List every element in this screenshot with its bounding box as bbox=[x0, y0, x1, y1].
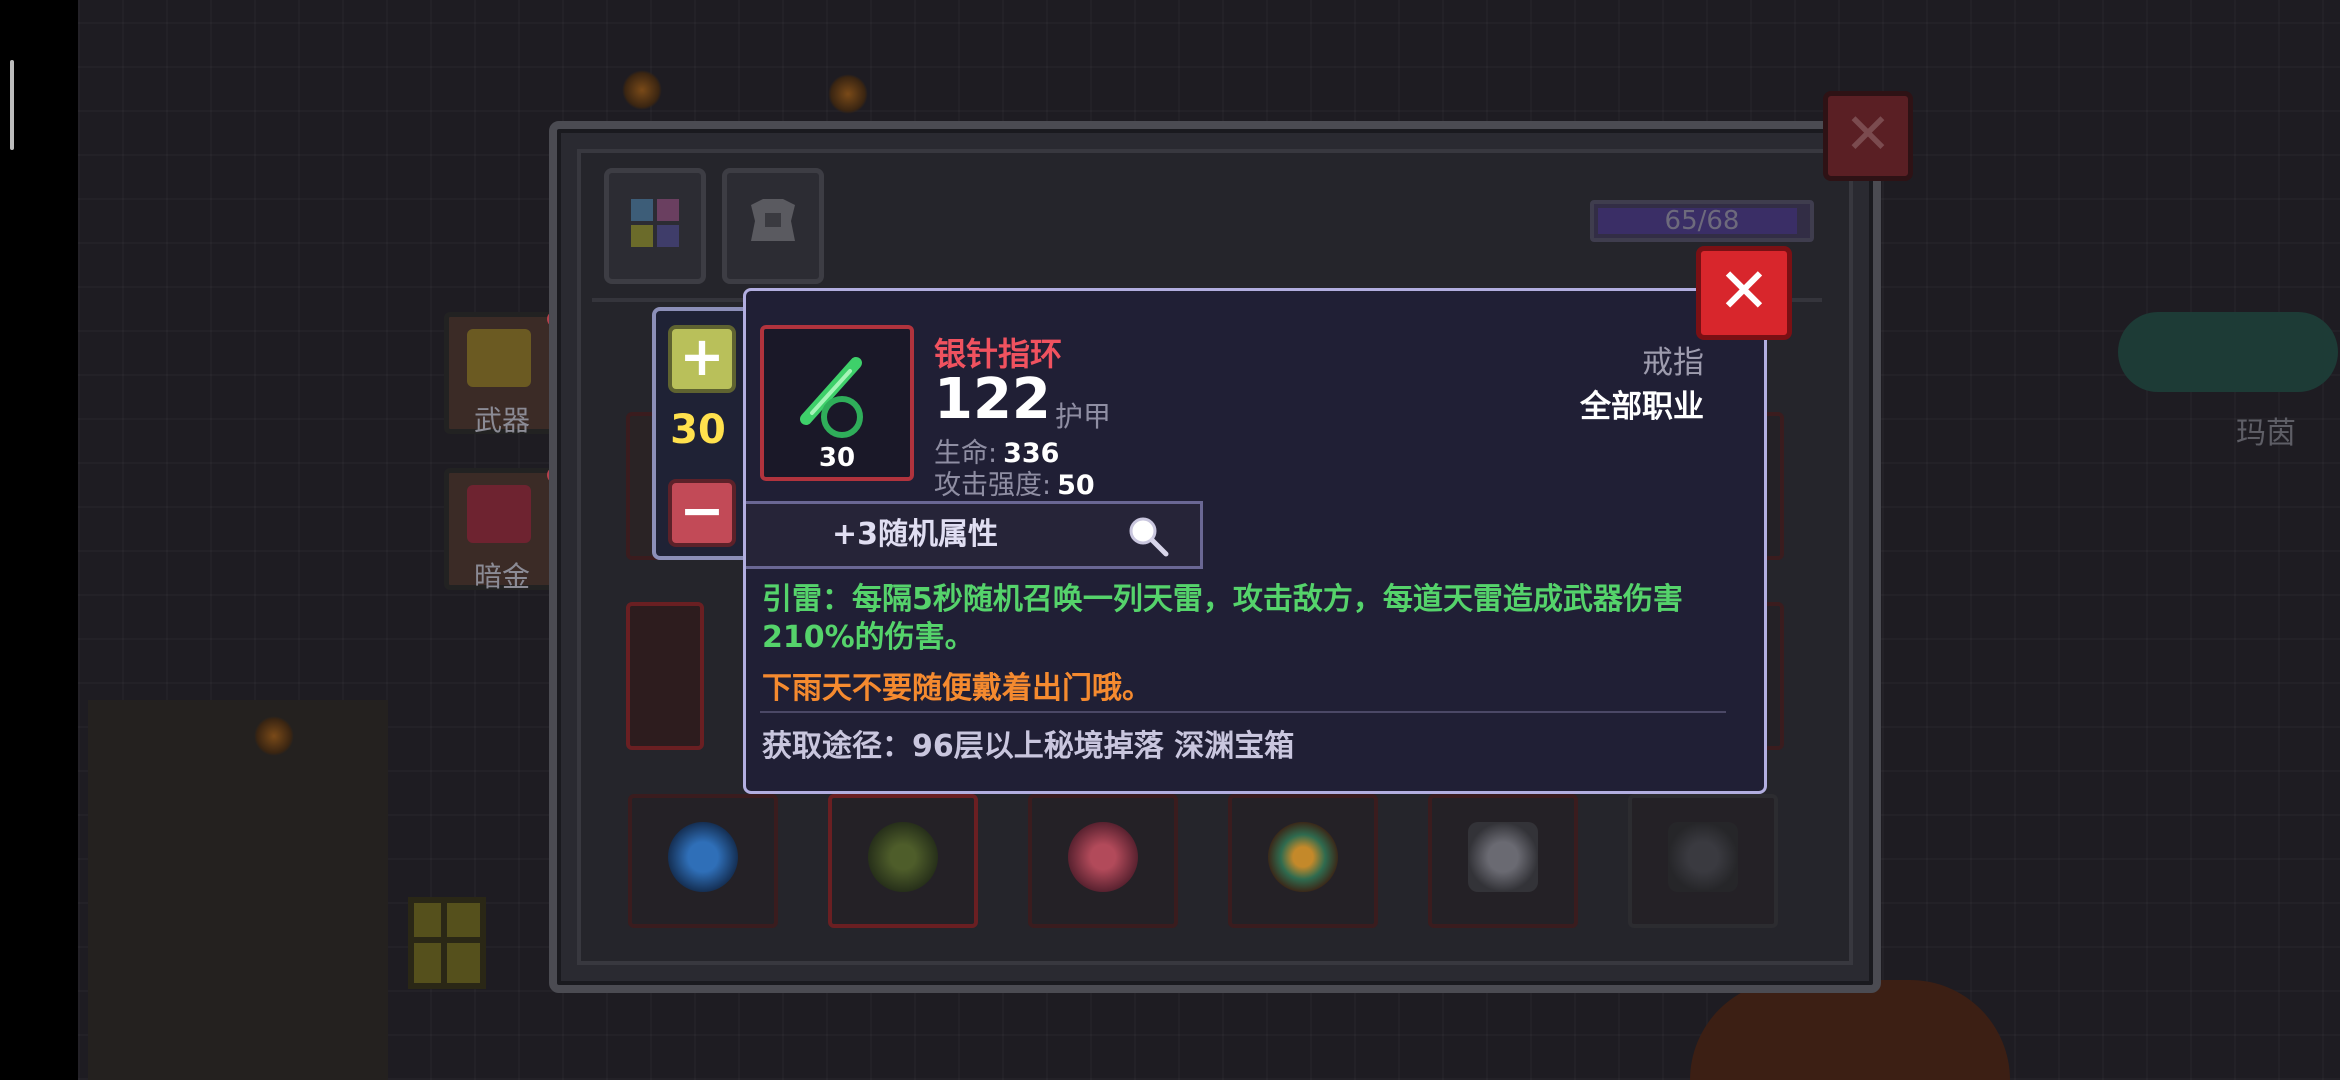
tooltip-close-button[interactable]: ✕ bbox=[1696, 246, 1792, 340]
tooltip-divider bbox=[760, 711, 1726, 713]
stat-value: 50 bbox=[1057, 470, 1095, 501]
capacity-text: 65/68 bbox=[1664, 206, 1740, 236]
npc-sprite[interactable] bbox=[2118, 312, 2338, 392]
decrease-button[interactable]: − bbox=[668, 479, 736, 547]
locked-slot-icon bbox=[1668, 822, 1738, 892]
gray-cloak-icon bbox=[1468, 822, 1538, 892]
inventory-slot[interactable] bbox=[1028, 794, 1178, 928]
inventory-slot[interactable] bbox=[828, 794, 978, 928]
item-power-value: 122 bbox=[934, 367, 1051, 432]
increase-button[interactable]: + bbox=[668, 325, 736, 393]
screen-bezel bbox=[0, 0, 78, 1080]
stat-row: 攻击强度: 50 bbox=[934, 463, 1095, 502]
item-type: 戒指 bbox=[1642, 345, 1704, 381]
side-tab-dark-gold[interactable]: 暗金 bbox=[444, 467, 563, 593]
background-lamp bbox=[254, 716, 294, 756]
quantity-value: 30 bbox=[670, 407, 726, 453]
npc-name-label: 玛茵 bbox=[2236, 416, 2296, 451]
side-tab-weapon[interactable]: 武器 bbox=[444, 311, 563, 437]
background-house bbox=[88, 700, 388, 1080]
item-class-restriction: 全部职业 bbox=[1580, 389, 1704, 425]
blue-orb-icon bbox=[668, 822, 738, 892]
red-fang-icon bbox=[1068, 822, 1138, 892]
weapon-chest-icon bbox=[467, 329, 531, 387]
background-lamp bbox=[828, 74, 868, 114]
magnifier-icon[interactable] bbox=[1126, 514, 1170, 558]
edge-gesture-handle[interactable] bbox=[10, 60, 14, 150]
flavor-text: 下雨天不要随便戴着出门哦。 bbox=[762, 671, 1152, 706]
inventory-slot[interactable] bbox=[628, 794, 778, 928]
random-attribute-label: +3随机属性 bbox=[832, 517, 999, 552]
skill-description: 引雷：每隔5秒随机召唤一列天雷，攻击敌方，每道天雷造成武器伤害210%的伤害。 bbox=[762, 582, 1683, 655]
background-window bbox=[408, 897, 486, 989]
tab-armor[interactable] bbox=[722, 168, 824, 284]
green-amulet-icon bbox=[868, 822, 938, 892]
panel-close-button[interactable]: ✕ bbox=[1823, 91, 1913, 181]
dark-gold-chest-icon bbox=[467, 485, 531, 543]
item-tooltip: 30 银针指环 122 护甲 生命: 336 攻击强度: 50 戒指 全部职业 +3… bbox=[743, 288, 1767, 794]
background-lamp bbox=[622, 70, 662, 110]
close-icon: ✕ bbox=[1718, 254, 1770, 327]
stat-label: 攻击强度: bbox=[934, 470, 1052, 501]
item-source: 获取途径：96层以上秘境掉落 深渊宝箱 bbox=[762, 729, 1295, 764]
side-tab-label: 暗金 bbox=[473, 560, 530, 593]
close-icon: ✕ bbox=[1844, 102, 1892, 167]
inventory-slot[interactable] bbox=[1628, 794, 1778, 928]
item-level: 30 bbox=[818, 443, 856, 473]
side-tab-label: 武器 bbox=[473, 404, 530, 437]
background-arch bbox=[1690, 980, 2010, 1080]
item-icon-frame: 30 bbox=[760, 325, 914, 481]
armor-icon bbox=[751, 199, 795, 241]
capacity-counter: 65/68 bbox=[1590, 200, 1814, 242]
item-power-label: 护甲 bbox=[1055, 400, 1112, 433]
gem-ring-icon bbox=[1268, 822, 1338, 892]
tab-equipment[interactable] bbox=[604, 168, 706, 284]
inventory-slot[interactable] bbox=[626, 602, 704, 750]
inventory-slot[interactable] bbox=[1428, 794, 1578, 928]
random-attribute-row[interactable]: +3随机属性 bbox=[746, 501, 1203, 569]
inventory-slot[interactable] bbox=[1228, 794, 1378, 928]
equipment-grid-icon bbox=[631, 199, 679, 247]
